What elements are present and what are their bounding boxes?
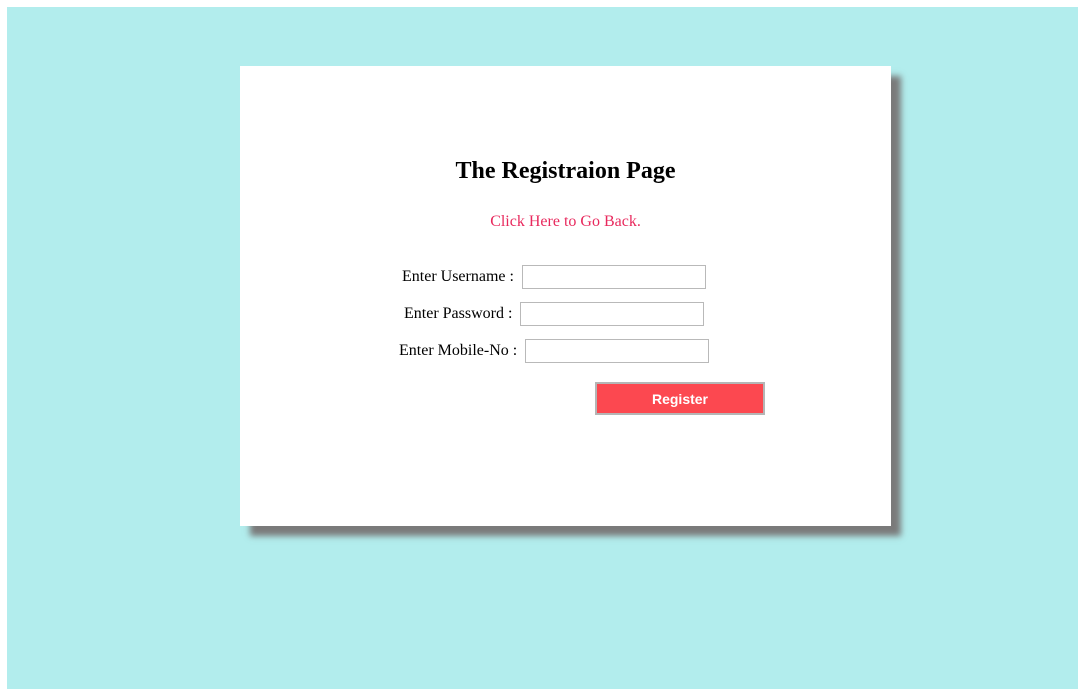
password-input[interactable] [520,302,705,326]
registration-card: The Registraion Page Click Here to Go Ba… [240,66,891,526]
username-row: Enter Username : [402,265,706,289]
mobile-input[interactable] [525,339,710,363]
password-row: Enter Password : [404,302,705,326]
page-title: The Registraion Page [455,158,676,184]
register-button[interactable]: Register [595,382,765,415]
username-label: Enter Username : [402,268,514,285]
go-back-link[interactable]: Click Here to Go Back. [240,213,891,231]
page-background: The Registraion Page Click Here to Go Ba… [7,7,1078,689]
password-label: Enter Password : [404,305,513,322]
mobile-row: Enter Mobile-No : [399,339,710,363]
username-input[interactable] [521,265,706,289]
mobile-label: Enter Mobile-No : [399,342,518,359]
